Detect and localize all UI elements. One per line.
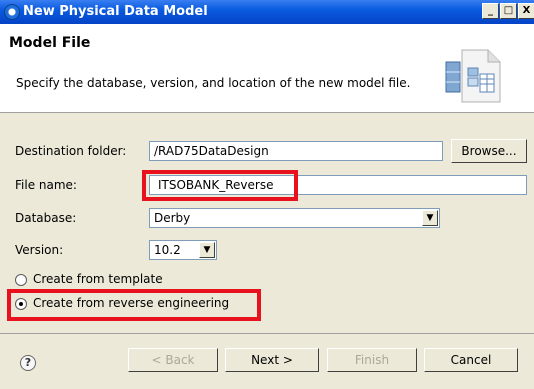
version-label: Version: [15,243,64,257]
version-select[interactable]: 10.2 ▼ [149,240,217,260]
create-from-template-label[interactable]: Create from template [33,272,163,286]
title-bar[interactable]: New Physical Data Model _ □ X [0,0,534,24]
browse-button[interactable]: Browse... [451,139,527,163]
page-description: Specify the database, version, and locat… [16,76,411,90]
file-name-label: File name: [15,178,77,192]
cancel-button[interactable]: Cancel [424,348,518,372]
chevron-down-icon[interactable]: ▼ [422,210,438,226]
window-title: New Physical Data Model [23,4,208,19]
destination-folder-field[interactable]: /RAD75DataDesign [149,141,443,161]
close-button[interactable]: X [518,3,534,19]
database-label: Database: [15,211,77,225]
page-title: Model File [9,35,91,51]
reverse-engineering-highlight [7,289,261,321]
finish-button[interactable]: Finish [327,348,417,372]
next-button[interactable]: Next > [225,348,319,372]
version-selected-value: 10.2 [154,243,181,257]
model-file-wizard-icon [445,49,501,103]
database-selected-value: Derby [154,211,191,225]
app-icon [4,4,20,20]
minimize-button[interactable]: _ [482,3,499,19]
footer-divider [0,333,534,334]
new-physical-data-model-dialog: New Physical Data Model _ □ X Model File… [0,0,534,389]
file-name-highlight [142,170,298,201]
wizard-header: Model File Specify the database, version… [0,24,534,113]
database-select[interactable]: Derby ▼ [149,208,440,228]
chevron-down-icon[interactable]: ▼ [199,242,215,258]
create-from-template-radio[interactable] [15,274,27,286]
help-icon[interactable]: ? [20,355,36,371]
destination-folder-label: Destination folder: [15,144,127,158]
back-button[interactable]: < Back [128,348,218,372]
maximize-button[interactable]: □ [500,3,517,19]
